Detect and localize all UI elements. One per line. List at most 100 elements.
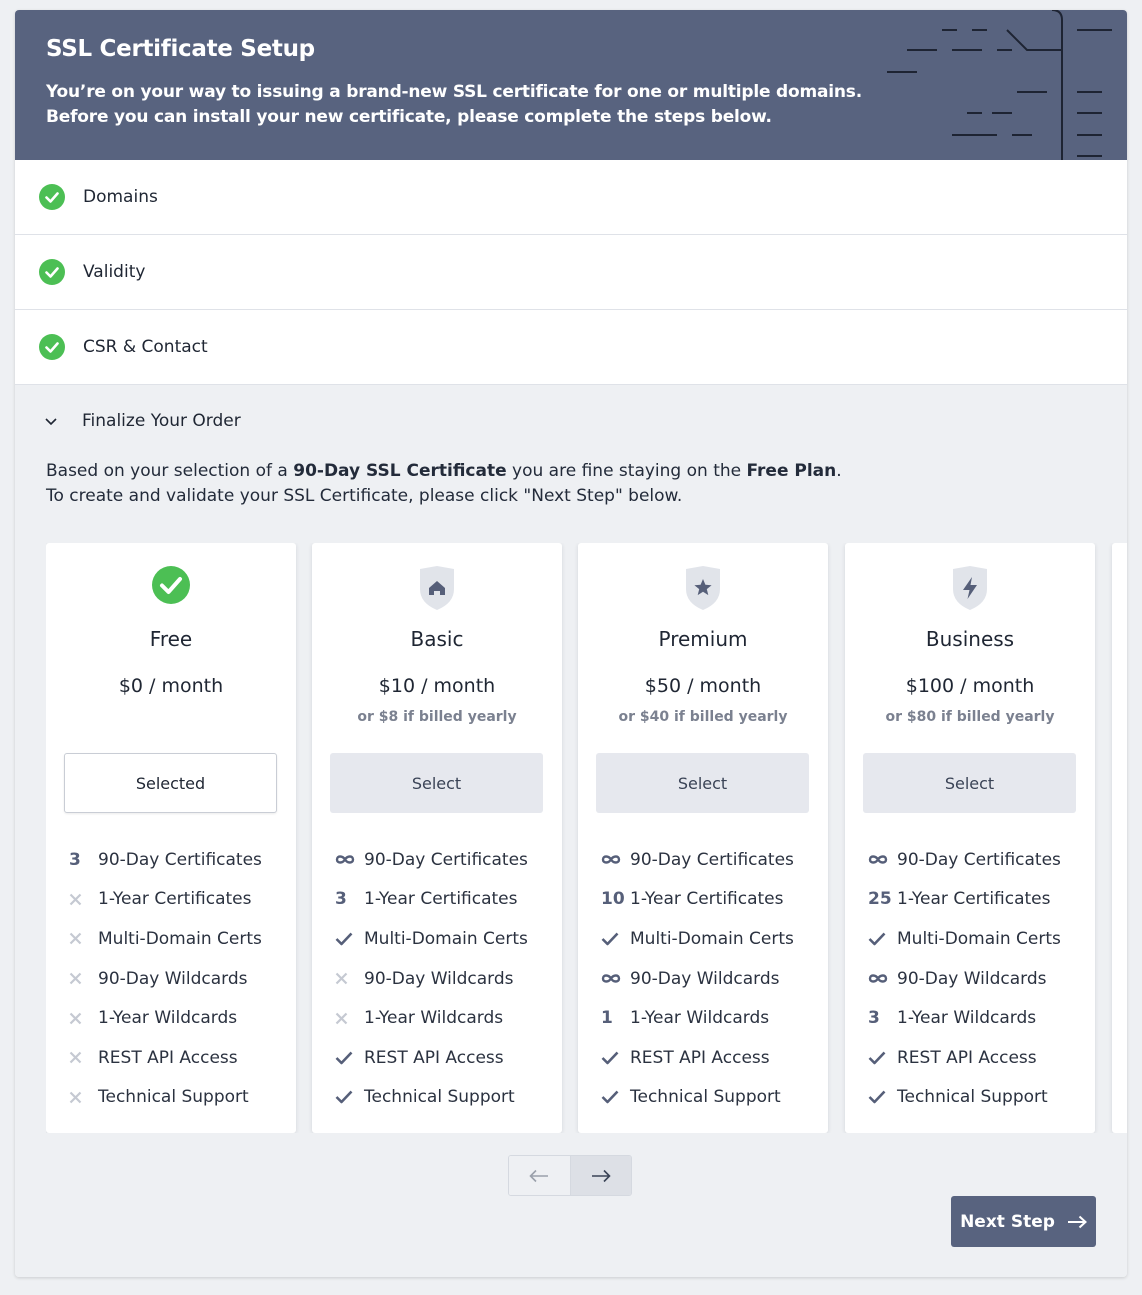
feature-label: 1-Year Wildcards: [364, 1008, 504, 1029]
shield-bolt-icon: [845, 565, 1095, 610]
infinity-icon: [865, 854, 897, 865]
feature-label: Technical Support: [630, 1087, 781, 1108]
feature-item: REST API Access: [332, 1038, 552, 1078]
plan-card-business: Business $100 / month or $80 if billed yea…: [845, 543, 1095, 1133]
next-step-button[interactable]: Next Step: [951, 1196, 1096, 1247]
plan-price: $0 / month: [118, 675, 224, 697]
ssl-setup-card: SSL Certificate Setup You’re on your way…: [15, 10, 1127, 1277]
step-csr-contact[interactable]: CSR & Contact: [15, 310, 1127, 385]
feature-label: 90-Day Certificates: [630, 849, 794, 870]
feature-count: 1: [601, 1008, 613, 1029]
feature-item: REST API Access: [66, 1038, 286, 1078]
step-domains[interactable]: Domains: [15, 160, 1127, 235]
plan-yearly-price: or $40 if billed yearly: [618, 709, 788, 725]
feature-label: Technical Support: [364, 1087, 515, 1108]
check-circle-icon: [39, 259, 65, 285]
feature-item: 25 1-Year Certificates: [865, 880, 1085, 920]
check-icon: [865, 1090, 897, 1104]
shield-home-icon: [312, 565, 562, 610]
feature-item: Technical Support: [332, 1078, 552, 1118]
next-button[interactable]: [570, 1156, 631, 1195]
plan-name: Premium: [658, 627, 748, 651]
step-finalize-order: Finalize Your Order Based on your select…: [15, 385, 1127, 1277]
feature-count: 3: [868, 1008, 880, 1029]
step-label: Domains: [83, 187, 158, 207]
select-button[interactable]: Select: [330, 753, 543, 813]
feature-item: Technical Support: [598, 1078, 818, 1118]
check-icon: [865, 1051, 897, 1065]
feature-list: 90-Day Certificates 3 1-Year Certificates M…: [332, 840, 552, 1117]
plan-price: $100 / month: [905, 675, 1035, 697]
feature-list: 90-Day Certificates 25 1-Year Certificates…: [865, 840, 1085, 1117]
feature-item: Technical Support: [66, 1078, 286, 1118]
feature-label: REST API Access: [897, 1047, 1037, 1068]
feature-item: Multi-Domain Certs: [865, 919, 1085, 959]
step-validity[interactable]: Validity: [15, 235, 1127, 310]
feature-item: 90-Day Certificates: [332, 840, 552, 880]
feature-label: 90-Day Certificates: [364, 849, 528, 870]
finalize-header[interactable]: Finalize Your Order: [15, 385, 1127, 457]
feature-label: 1-Year Certificates: [897, 889, 1051, 910]
feature-item: 1-Year Certificates: [66, 880, 286, 920]
cross-icon: [332, 972, 364, 985]
selected-button[interactable]: Selected: [64, 753, 277, 813]
feature-label: 90-Day Wildcards: [630, 968, 780, 989]
previous-button[interactable]: [509, 1156, 571, 1195]
plan-yearly-price: or $80 if billed yearly: [885, 709, 1055, 725]
feature-item: 3 1-Year Wildcards: [865, 998, 1085, 1038]
next-plan-card-peek: [1112, 543, 1127, 1133]
feature-label: 90-Day Wildcards: [98, 968, 248, 989]
plan-card-basic: Basic $10 / month or $8 if billed yearly Se…: [312, 543, 562, 1133]
check-icon: [332, 1051, 364, 1065]
step-label: Finalize Your Order: [82, 411, 241, 431]
feature-count: 3: [335, 889, 347, 910]
feature-item: REST API Access: [598, 1038, 818, 1078]
step-label: Validity: [83, 262, 146, 282]
feature-label: 1-Year Certificates: [630, 889, 784, 910]
feature-item: 90-Day Certificates: [598, 840, 818, 880]
feature-label: 1-Year Wildcards: [897, 1008, 1037, 1029]
plan-card-premium: Premium $50 / month or $40 if billed yearl…: [578, 543, 828, 1133]
header-line-2: Before you can install your new certific…: [46, 107, 772, 127]
infinity-icon: [598, 854, 630, 865]
infinity-icon: [598, 973, 630, 984]
check-icon: [598, 1090, 630, 1104]
feature-label: 90-Day Wildcards: [897, 968, 1047, 989]
check-icon: [598, 932, 630, 946]
plan-name: Basic: [410, 627, 464, 651]
feature-label: REST API Access: [364, 1047, 504, 1068]
chevron-down-icon: [45, 418, 57, 426]
check-circle-icon: [46, 565, 296, 609]
select-button[interactable]: Select: [863, 753, 1076, 813]
cross-icon: [66, 932, 98, 945]
intro-line-2: To create and validate your SSL Certific…: [46, 486, 683, 506]
feature-label: Multi-Domain Certs: [98, 928, 262, 949]
feature-label: 1-Year Wildcards: [630, 1008, 770, 1029]
finalize-intro: Based on your selection of a 90-Day SSL …: [15, 459, 1127, 509]
feature-label: 90-Day Wildcards: [364, 968, 514, 989]
plan-yearly-price: or $8 if billed yearly: [357, 709, 517, 725]
select-button[interactable]: Select: [596, 753, 809, 813]
cross-icon: [66, 1091, 98, 1104]
step-label: CSR & Contact: [83, 337, 208, 357]
cross-icon: [66, 1051, 98, 1064]
feature-item: 3 90-Day Certificates: [66, 840, 286, 880]
check-icon: [332, 932, 364, 946]
arrow-right-icon: [1067, 1215, 1087, 1228]
feature-item: REST API Access: [865, 1038, 1085, 1078]
setup-header: SSL Certificate Setup You’re on your way…: [15, 10, 1127, 160]
plans-pager: [508, 1155, 632, 1196]
feature-item: 90-Day Wildcards: [865, 959, 1085, 999]
feature-label: 90-Day Certificates: [897, 849, 1061, 870]
check-circle-icon: [39, 184, 65, 210]
plan-name: Business: [925, 627, 1015, 651]
arrow-right-icon: [591, 1169, 611, 1182]
cross-icon: [66, 893, 98, 906]
cross-icon: [332, 1012, 364, 1025]
infinity-icon: [865, 973, 897, 984]
feature-label: Technical Support: [98, 1087, 249, 1108]
check-icon: [865, 932, 897, 946]
feature-count: 3: [69, 849, 81, 870]
feature-label: Technical Support: [897, 1087, 1048, 1108]
feature-item: 1 1-Year Wildcards: [598, 998, 818, 1038]
